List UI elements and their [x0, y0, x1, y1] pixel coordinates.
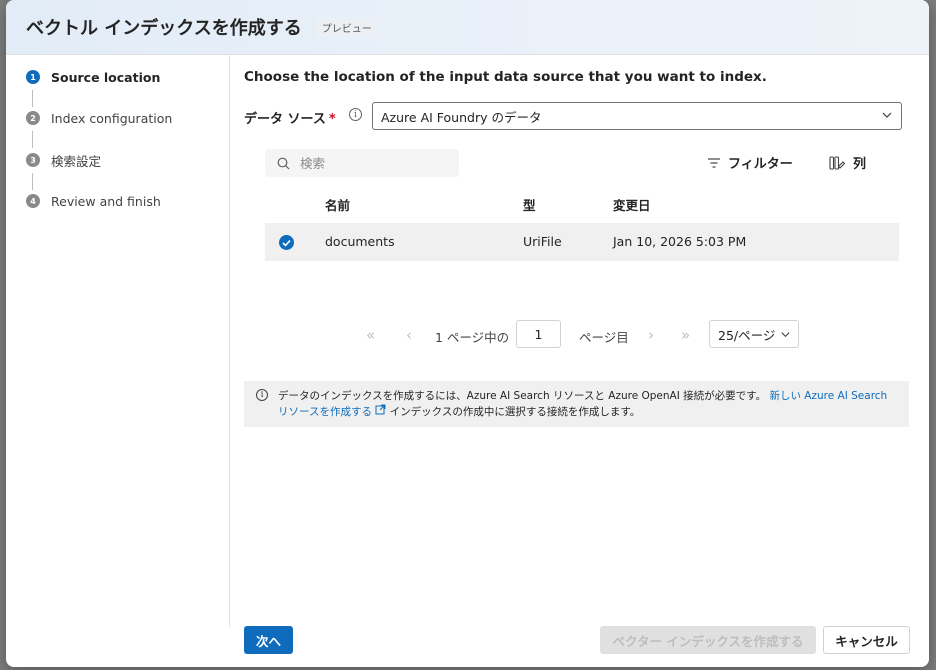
page-headline: Choose the location of the input data so…	[244, 69, 767, 85]
columns-label: 列	[853, 157, 867, 172]
required-mark: *	[328, 112, 336, 127]
row-name: documents	[325, 234, 395, 249]
table-row[interactable]: documents UriFile Jan 10, 2026 5:03 PM	[265, 223, 899, 261]
page-prefix: 1 ページ中の	[435, 330, 510, 345]
notice-text: データのインデックスを作成するには、Azure AI Search リソースと …	[278, 390, 767, 402]
preview-badge: プレビュー	[315, 17, 378, 37]
step-connector	[32, 90, 33, 107]
info-notice: i データのインデックスを作成するには、Azure AI Search リソース…	[244, 381, 909, 427]
step-connector	[32, 131, 33, 148]
columns-button[interactable]: 列	[829, 153, 866, 172]
notice-text-after: インデックスの作成中に選択する接続を作成します。	[389, 406, 641, 418]
step-search-settings[interactable]: 3 検索設定	[26, 150, 101, 170]
pagination: « ‹ 1 ページ中の ページ目 › » 25/ページ	[244, 320, 929, 348]
first-page-icon[interactable]: «	[366, 326, 375, 344]
step-review-finish[interactable]: 4 Review and finish	[26, 191, 161, 211]
step-number: 2	[26, 111, 40, 125]
info-icon: i	[256, 389, 268, 401]
step-source-location[interactable]: 1 Source location	[26, 67, 160, 87]
page-suffix: ページ目	[579, 330, 629, 345]
step-label: 検索設定	[51, 153, 102, 169]
per-page-value: 25/ページ	[718, 327, 776, 343]
data-source-label-text: データ ソース	[244, 112, 326, 127]
page-number-input[interactable]	[516, 320, 561, 348]
search-box[interactable]	[265, 149, 459, 177]
selected-check-icon[interactable]	[279, 235, 294, 250]
next-button[interactable]: 次へ	[244, 626, 293, 654]
prev-page-icon[interactable]: ‹	[406, 326, 412, 344]
cancel-button[interactable]: キャンセル	[823, 626, 910, 654]
create-vector-index-button[interactable]: ベクター インデックスを作成する	[600, 626, 816, 654]
row-modified: Jan 10, 2026 5:03 PM	[613, 234, 747, 249]
info-icon[interactable]: i	[349, 108, 362, 121]
step-label: Source location	[51, 69, 161, 85]
step-label: Review and finish	[51, 193, 161, 209]
chevron-down-icon	[781, 332, 790, 338]
row-type: UriFile	[523, 234, 562, 249]
main-panel: Choose the location of the input data so…	[244, 55, 929, 667]
dialog-header: ベクトル インデックスを作成する プレビュー	[6, 0, 929, 55]
chevron-down-icon	[882, 112, 892, 118]
columns-icon	[829, 155, 846, 170]
step-label: Index configuration	[51, 110, 173, 126]
per-page-dropdown[interactable]: 25/ページ	[709, 320, 799, 348]
column-header-modified[interactable]: 変更日	[613, 195, 651, 214]
filter-label: フィルター	[728, 157, 793, 172]
data-source-selected: Azure AI Foundry のデータ	[381, 109, 542, 125]
step-number: 3	[26, 153, 40, 167]
create-vector-index-dialog: ベクトル インデックスを作成する プレビュー 1 Source location…	[6, 0, 929, 667]
filter-button[interactable]: フィルター	[707, 153, 793, 172]
step-number: 1	[26, 70, 40, 84]
next-page-icon[interactable]: ›	[648, 326, 654, 344]
step-connector	[32, 173, 33, 190]
data-source-label: データ ソース *	[244, 108, 336, 127]
external-link-icon	[375, 404, 386, 415]
search-icon	[277, 157, 290, 169]
column-header-name[interactable]: 名前	[325, 195, 350, 214]
filter-icon	[708, 157, 720, 168]
last-page-icon[interactable]: »	[681, 326, 690, 344]
data-source-dropdown[interactable]: Azure AI Foundry のデータ	[372, 102, 902, 130]
search-input[interactable]	[300, 155, 450, 171]
step-number: 4	[26, 194, 40, 208]
column-header-type[interactable]: 型	[523, 195, 536, 214]
dialog-title: ベクトル インデックスを作成する	[26, 18, 302, 39]
step-index-configuration[interactable]: 2 Index configuration	[26, 108, 172, 128]
wizard-steps: 1 Source location 2 Index configuration …	[6, 55, 230, 627]
